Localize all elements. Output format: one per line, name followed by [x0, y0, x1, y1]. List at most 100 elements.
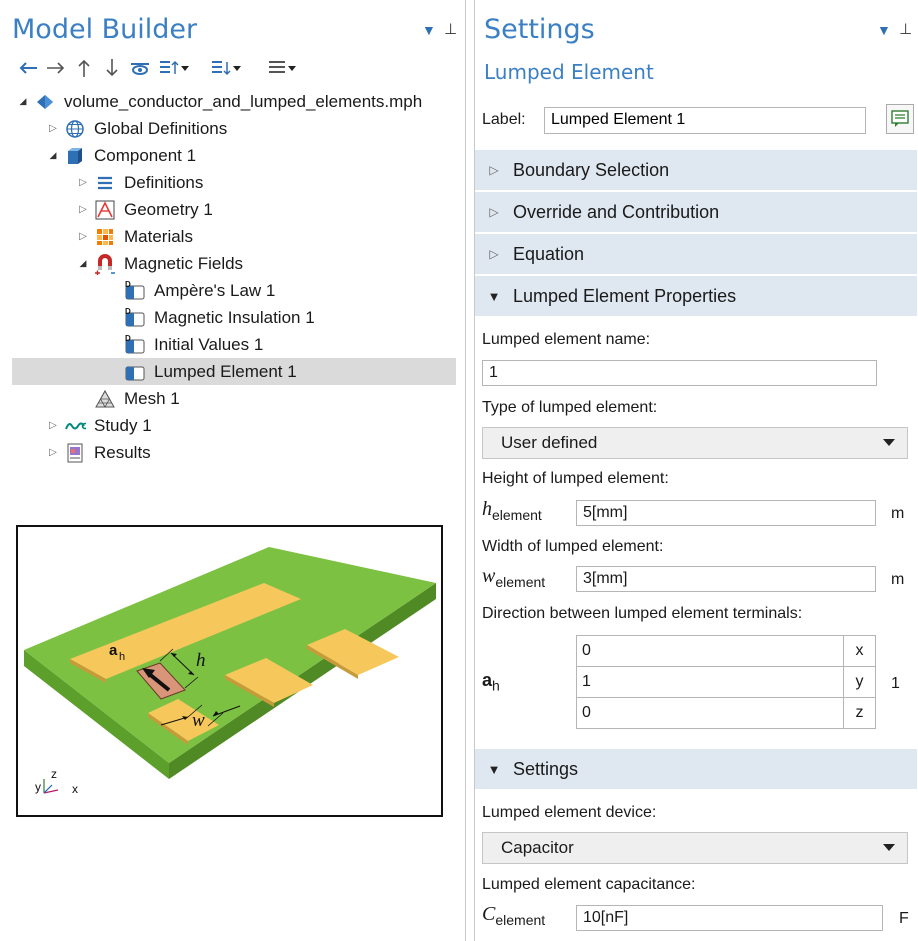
tree-item[interactable]: ▷ Study 1 — [12, 412, 456, 439]
expanded-twisty-icon[interactable]: ◢ — [46, 149, 60, 163]
tree-item-label: Geometry 1 — [124, 199, 213, 219]
section-title: Boundary Selection — [513, 159, 670, 180]
settings-subtitle: Lumped Element — [484, 60, 654, 84]
height-unit: m — [891, 505, 905, 522]
section-settings[interactable]: ▼ Settings — [475, 749, 917, 789]
globe-icon — [64, 118, 86, 140]
collapsed-twisty-icon[interactable]: ▷ — [46, 446, 60, 460]
tree-item[interactable]: Mesh 1 — [12, 385, 456, 412]
expanded-twisty-icon[interactable]: ◢ — [76, 257, 90, 271]
tree-item-label: Mesh 1 — [124, 388, 180, 408]
collapsed-twisty-icon[interactable]: ▷ — [76, 176, 90, 190]
collapsed-twisty-icon[interactable]: ▷ — [46, 419, 60, 433]
tree-item[interactable]: ▷ Geometry 1 — [12, 196, 456, 223]
collapsed-arrow-icon: ▷ — [489, 205, 499, 219]
magnet-icon — [94, 253, 116, 275]
capacitance-unit: F — [899, 910, 909, 927]
axis-z-label: z — [51, 767, 57, 781]
type-select[interactable]: User defined — [482, 427, 908, 459]
direction-value-x[interactable]: 0 — [576, 635, 844, 667]
back-arrow-icon[interactable] — [14, 54, 42, 82]
tree-item[interactable]: ◢ volume_conductor_and_lumped_elements.mp… — [12, 88, 456, 115]
section-title: Settings — [513, 758, 579, 779]
label-row: Label: — [482, 104, 914, 134]
default-feature-icon: D — [124, 280, 146, 302]
section-title: Override and Contribution — [513, 201, 720, 222]
tree-item[interactable]: ▷ Global Definitions — [12, 115, 456, 142]
section-boundary-selection[interactable]: ▷ Boundary Selection — [475, 150, 917, 190]
pin-icon[interactable]: ⊥ — [899, 20, 912, 38]
comment-icon[interactable] — [886, 104, 914, 134]
height-symbol-sub: element — [492, 507, 542, 523]
height-field[interactable]: 5[mm] — [576, 500, 876, 526]
show-icon[interactable] — [126, 54, 154, 82]
tree-item[interactable]: D Magnetic Insulation 1 — [12, 304, 456, 331]
label-a: a — [109, 642, 118, 659]
chevron-down-icon — [883, 439, 895, 446]
definitions-icon — [94, 172, 116, 194]
direction-value-y[interactable]: 1 — [576, 666, 844, 698]
svg-text:D: D — [125, 281, 131, 289]
tree-item[interactable]: ▷ Results — [12, 439, 456, 466]
collapse-expand-icon[interactable] — [154, 54, 194, 82]
width-symbol-sub: element — [495, 574, 546, 590]
section-lumped-element-properties[interactable]: ▼ Lumped Element Properties — [475, 276, 917, 316]
pin-icon[interactable]: ⊥ — [444, 20, 457, 38]
section-equation[interactable]: ▷ Equation — [475, 234, 917, 274]
type-select-value: User defined — [501, 433, 598, 452]
move-down-icon[interactable] — [98, 54, 126, 82]
direction-row-x: 0 x — [576, 635, 876, 667]
capacitance-symbol-sub: element — [495, 912, 546, 928]
axis-y-label: y — [35, 780, 41, 794]
tree-item[interactable]: ◢ Component 1 — [12, 142, 456, 169]
model-builder-title: Model Builder — [12, 14, 198, 45]
study-icon — [64, 415, 86, 437]
panel-menu-icon[interactable]: ▼ — [877, 22, 891, 38]
sort-icon[interactable] — [204, 54, 248, 82]
expanded-arrow-icon: ▼ — [487, 288, 501, 304]
model-file-icon — [34, 91, 56, 113]
height-caption: Height of lumped element: — [482, 470, 669, 487]
expanded-arrow-icon: ▼ — [487, 761, 501, 777]
section-title: Lumped Element Properties — [513, 285, 737, 306]
capacitance-field[interactable]: 10[nF] — [576, 905, 883, 931]
tree-item-label: Study 1 — [94, 415, 152, 435]
tree-item[interactable]: ▷ Materials — [12, 223, 456, 250]
label-input[interactable] — [544, 106, 866, 134]
list-view-icon[interactable] — [260, 54, 304, 82]
expanded-twisty-icon[interactable]: ◢ — [16, 95, 30, 109]
lumped-element-diagram: a h h w z y x — [24, 547, 436, 796]
tree-item-label: Ampère's Law 1 — [154, 280, 276, 300]
chevron-down-icon — [883, 844, 895, 851]
tree-item[interactable]: ◢ Magnetic Fields — [12, 250, 456, 277]
twisty-placeholder — [106, 284, 120, 298]
direction-value-z[interactable]: 0 — [576, 697, 844, 729]
twisty-placeholder — [76, 392, 90, 406]
width-field[interactable]: 3[mm] — [576, 566, 876, 592]
default-feature-icon: D — [124, 334, 146, 356]
label-a-sub: h — [119, 651, 125, 663]
feature-icon — [124, 361, 146, 383]
capacitance-symbol: Celement — [482, 903, 545, 928]
width-symbol: welement — [482, 565, 545, 590]
collapsed-twisty-icon[interactable]: ▷ — [46, 122, 60, 136]
panel-menu-icon[interactable]: ▼ — [422, 22, 436, 38]
tree-item[interactable]: D Ampère's Law 1 — [12, 277, 456, 304]
tree-item[interactable]: D Initial Values 1 — [12, 331, 456, 358]
direction-row-y: 1 y — [576, 666, 876, 698]
tree-item[interactable]: Lumped Element 1 — [12, 358, 456, 385]
move-up-icon[interactable] — [70, 54, 98, 82]
direction-component-y: y — [843, 666, 876, 698]
section-override-contribution[interactable]: ▷ Override and Contribution — [475, 192, 917, 232]
collapsed-twisty-icon[interactable]: ▷ — [76, 230, 90, 244]
lumped-element-figure: a h h w z y x — [16, 525, 443, 817]
forward-arrow-icon[interactable] — [42, 54, 70, 82]
geometry-icon — [94, 199, 116, 221]
name-field[interactable]: 1 — [482, 360, 877, 386]
width-unit: m — [891, 571, 905, 588]
type-caption: Type of lumped element: — [482, 399, 658, 416]
device-select[interactable]: Capacitor — [482, 832, 908, 864]
collapsed-twisty-icon[interactable]: ▷ — [76, 203, 90, 217]
tree-item-label: Global Definitions — [94, 118, 228, 138]
tree-item[interactable]: ▷ Definitions — [12, 169, 456, 196]
